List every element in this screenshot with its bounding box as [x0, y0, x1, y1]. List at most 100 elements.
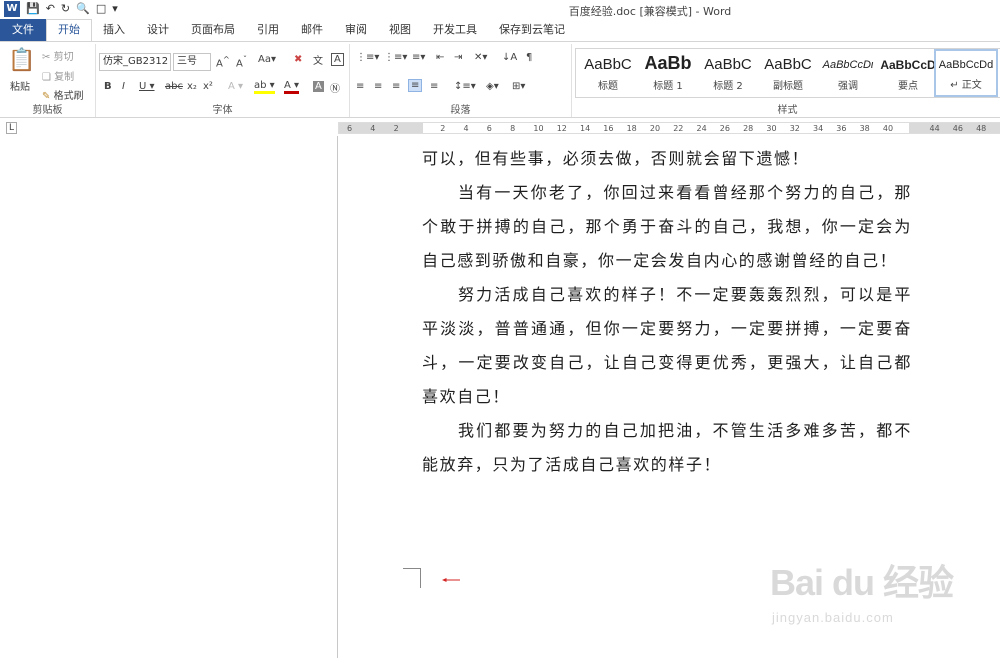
tab-save-to-cloud[interactable]: 保存到云笔记: [488, 19, 576, 41]
tab-developer[interactable]: 开发工具: [422, 19, 488, 41]
numbering-icon[interactable]: ⋮≡▾: [384, 52, 407, 63]
document-canvas[interactable]: 可以，但有些事，必须去做，否则就会留下遗憾！ 当有一天你老了，你回过来看看曾经那…: [0, 136, 1000, 658]
bold-icon[interactable]: B: [104, 81, 112, 92]
tab-references[interactable]: 引用: [246, 19, 290, 41]
ruler-tick: 12: [556, 124, 567, 133]
chinese-layout-icon[interactable]: ✕▾: [474, 52, 487, 63]
copy-button[interactable]: ❏ 复制: [42, 68, 74, 83]
font-group-label: 字体: [212, 105, 233, 116]
paste-button[interactable]: 粘贴: [10, 78, 30, 93]
paragraph-group: ⋮≡▾ ⋮≡▾ ≡▾ ⇤ ⇥ ✕▾ ↓A ¶ ≡ ≡ ≡ ≡ ≡ ↕≡▾ ◈▾ …: [350, 44, 572, 117]
distributed-icon[interactable]: ≡: [430, 81, 438, 92]
tab-home[interactable]: 开始: [46, 19, 92, 41]
ruler-tick: 24: [696, 124, 707, 133]
paragraph[interactable]: 可以，但有些事，必须去做，否则就会留下遗憾！: [422, 142, 912, 176]
ruler-tick: 38: [859, 124, 870, 133]
cut-button[interactable]: ✂ 剪切: [42, 48, 74, 63]
style-strong[interactable]: AaBbCcD 要点: [876, 49, 940, 97]
shading-icon[interactable]: ◈▾: [486, 81, 499, 92]
grow-font-icon[interactable]: A^: [216, 54, 230, 69]
character-shading-icon[interactable]: A: [313, 81, 324, 92]
style-normal[interactable]: AaBbCcDd ↵ 正文: [934, 49, 998, 97]
ruler-bar[interactable]: 6 4 2 2 4 6 8 10 12 14 16 18 20 22 24 26 28 30 32 34 36 38 40 4…: [338, 122, 1000, 134]
ruler-tick: 14: [580, 124, 591, 133]
paragraph-group-label: 段落: [450, 105, 471, 116]
ruler-tick: 10: [533, 124, 544, 133]
ruler-tick: 6: [486, 124, 492, 133]
tab-design[interactable]: 设计: [136, 19, 180, 41]
borders-icon[interactable]: ⊞▾: [512, 81, 525, 92]
align-center-icon[interactable]: ≡: [374, 81, 382, 92]
multilevel-list-icon[interactable]: ≡▾: [412, 52, 425, 63]
font-group: 仿宋_GB2312 三号 A^ Aˇ Aa▾ ✖ 文 A B I U ▾ abc…: [96, 44, 350, 117]
subscript-icon[interactable]: x₂: [187, 81, 197, 92]
ruler-tick: 18: [626, 124, 637, 133]
font-color-icon[interactable]: A ▾: [284, 80, 300, 94]
highlight-icon[interactable]: ab ▾: [254, 80, 275, 94]
baidu-watermark: Bai du 经验 jingyan.baidu.com: [770, 554, 954, 625]
scissors-icon: ✂: [42, 52, 51, 63]
styles-group-label: 样式: [777, 105, 798, 116]
superscript-icon[interactable]: x²: [203, 81, 213, 92]
format-painter-button[interactable]: ✎ 格式刷: [42, 87, 84, 102]
title-bar: W 💾 ↶ ↻ 🔍 □ ▾ 百度经验.doc [兼容模式] - Word: [0, 0, 1000, 19]
clear-format-icon[interactable]: ✖: [294, 54, 302, 65]
ruler-tick: 48: [976, 124, 987, 133]
bullets-icon[interactable]: ⋮≡▾: [356, 52, 379, 63]
clipboard-group-label: 剪贴板: [32, 105, 63, 116]
style-emphasis[interactable]: AaBbCcDι 强调: [816, 49, 880, 97]
style-title[interactable]: AaBbC 标题: [576, 49, 640, 97]
ruler-tick: 40: [882, 124, 894, 133]
ruler-tick: 26: [719, 124, 730, 133]
margin-corner-mark: [403, 568, 421, 588]
paragraph[interactable]: 努力活成自己喜欢的样子！不一定要轰轰烈烈，可以是平平淡淡，普普通通，但你一定要努…: [422, 278, 912, 414]
paste-icon[interactable]: 📋: [8, 48, 35, 73]
tab-review[interactable]: 审阅: [334, 19, 378, 41]
sort-icon[interactable]: ↓A: [502, 52, 517, 63]
font-size-select[interactable]: 三号: [173, 53, 211, 71]
paragraph[interactable]: 我们都要为努力的自己加把油，不管生活多难多苦，都不能放弃，只为了活成自己喜欢的样…: [422, 414, 912, 482]
line-spacing-icon[interactable]: ↕≡▾: [454, 81, 476, 92]
watermark-url: jingyan.baidu.com: [772, 610, 894, 625]
tab-view[interactable]: 视图: [378, 19, 422, 41]
align-left-icon[interactable]: ≡: [356, 81, 364, 92]
align-right-icon[interactable]: ≡: [392, 81, 400, 92]
red-arrow-icon: [442, 578, 460, 582]
style-heading-2[interactable]: AaBbC 标题 2: [696, 49, 760, 97]
phonetic-guide-icon[interactable]: 文: [313, 52, 323, 67]
decrease-indent-icon[interactable]: ⇤: [436, 52, 444, 63]
ruler-tick: 2: [393, 124, 399, 133]
text-effects-icon[interactable]: A ▾: [228, 81, 243, 92]
font-name-select[interactable]: 仿宋_GB2312: [99, 53, 171, 71]
shrink-font-icon[interactable]: Aˇ: [236, 54, 247, 69]
show-marks-icon[interactable]: ¶: [526, 52, 532, 63]
watermark-brand: Bai du 经验: [770, 562, 954, 603]
tab-file[interactable]: 文件: [0, 19, 46, 41]
italic-icon[interactable]: I: [122, 81, 125, 92]
ruler-tick: 16: [603, 124, 614, 133]
ruler-tick: 46: [952, 124, 963, 133]
strikethrough-icon[interactable]: abc: [165, 81, 183, 92]
copy-icon: ❏: [42, 72, 51, 83]
ruler-tick: 34: [813, 124, 824, 133]
paragraph[interactable]: 当有一天你老了，你回过来看看曾经那个努力的自己，那个敢于拼搏的自己，那个勇于奋斗…: [422, 176, 912, 278]
ruler-tick: 44: [929, 124, 940, 133]
style-heading-1[interactable]: AaBb 标题 1: [636, 49, 700, 97]
underline-icon[interactable]: U ▾: [139, 81, 155, 92]
style-subtitle[interactable]: AaBbC 副标题: [756, 49, 820, 97]
document-body[interactable]: 可以，但有些事，必须去做，否则就会留下遗憾！ 当有一天你老了，你回过来看看曾经那…: [422, 142, 912, 482]
enclose-characters-icon[interactable]: Ⓝ: [330, 80, 340, 95]
character-border-icon[interactable]: A: [331, 53, 344, 66]
justify-icon[interactable]: ≡: [408, 79, 423, 92]
tab-mailings[interactable]: 邮件: [290, 19, 334, 41]
tab-page-layout[interactable]: 页面布局: [180, 19, 246, 41]
ribbon: 📋 粘贴 ✂ 剪切 ❏ 复制 ✎ 格式刷 剪贴板 仿宋_GB2312 三号 A^…: [0, 41, 1000, 118]
tab-selector-icon[interactable]: L: [6, 122, 18, 134]
horizontal-ruler[interactable]: L 6 4 2 2 4 6 8 10 12 14 16 18 20 22 24 26 28 30 32 34 36 38 4…: [0, 119, 1000, 136]
increase-indent-icon[interactable]: ⇥: [454, 52, 462, 63]
ruler-tick: 32: [789, 124, 800, 133]
change-case-button[interactable]: Aa▾: [258, 54, 276, 65]
ruler-tick: 36: [836, 124, 847, 133]
tab-insert[interactable]: 插入: [92, 19, 136, 41]
ruler-tick: 8: [510, 124, 516, 133]
